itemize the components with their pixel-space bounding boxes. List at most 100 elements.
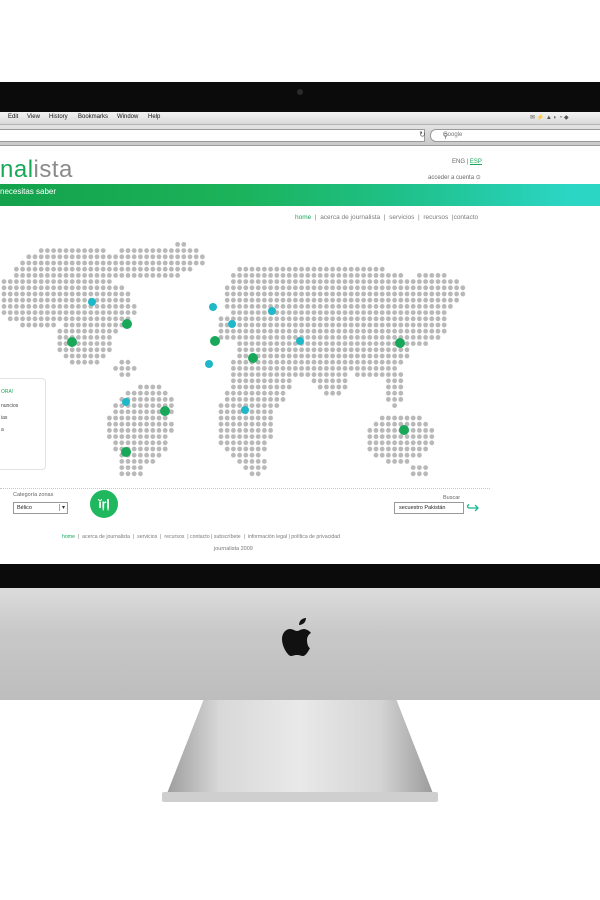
map-hotspot-marker[interactable]: [122, 319, 132, 329]
camera-icon: [297, 89, 303, 95]
map-dot: [441, 279, 447, 284]
map-dot: [348, 353, 354, 359]
map-dot: [417, 452, 422, 458]
map-dot: [417, 446, 422, 452]
menu-view[interactable]: View: [27, 114, 40, 120]
map-dot: [88, 260, 94, 266]
map-hotspot-marker[interactable]: [122, 398, 130, 406]
footer-home[interactable]: home: [62, 534, 75, 540]
site-search-input[interactable]: secuestro Pakistán: [394, 502, 464, 514]
map-dot: [249, 452, 255, 458]
map-dot: [249, 421, 255, 427]
map-dot: [20, 266, 25, 272]
map-dot: [392, 390, 397, 396]
menu-window[interactable]: Window: [117, 114, 138, 120]
footer-contacto[interactable]: contacto: [190, 534, 210, 540]
category-select[interactable]: Bélico ▾: [13, 502, 68, 514]
map-dot: [324, 310, 329, 315]
map-dot: [373, 304, 379, 309]
nav-recursos[interactable]: recursos: [423, 214, 448, 221]
map-dot: [330, 304, 335, 309]
menu-help[interactable]: Help: [148, 114, 160, 120]
map-hotspot-marker[interactable]: [228, 320, 236, 328]
map-hotspot-marker[interactable]: [160, 406, 170, 416]
map-hotspot-marker[interactable]: [395, 338, 405, 348]
category-value: Bélico: [17, 505, 32, 511]
alerts-item-2[interactable]: ias: [1, 415, 7, 421]
map-dot: [76, 347, 81, 353]
map-dot: [187, 260, 193, 266]
map-dot: [410, 434, 416, 439]
map-dot: [262, 397, 267, 402]
map-dot: [231, 452, 236, 458]
alerts-item-1[interactable]: nuncios: [1, 403, 18, 409]
menu-history[interactable]: History: [49, 114, 68, 120]
map-hotspot-marker[interactable]: [210, 336, 220, 346]
map-dot: [379, 415, 385, 421]
map-dot: [94, 347, 100, 353]
map-dot: [311, 291, 317, 297]
map-hotspot-marker[interactable]: [268, 307, 276, 315]
map-dot: [330, 297, 335, 303]
map-dot: [231, 366, 236, 371]
footer-privacidad[interactable]: política de privacidad: [291, 534, 340, 540]
map-dot: [342, 335, 348, 340]
map-dot: [107, 415, 112, 421]
map-hotspot-marker[interactable]: [399, 425, 409, 435]
map-dot: [63, 316, 69, 322]
map-dot: [262, 390, 267, 396]
map-hotspot-marker[interactable]: [88, 298, 96, 306]
nav-contacto[interactable]: contacto: [454, 214, 479, 221]
map-hotspot-marker[interactable]: [209, 303, 217, 311]
map-hotspot-marker[interactable]: [205, 360, 213, 368]
map-dot: [131, 310, 137, 315]
lang-esp-link[interactable]: ESP: [470, 159, 482, 165]
map-dot: [274, 322, 280, 328]
map-dot: [311, 341, 317, 346]
map-dot: [20, 304, 25, 309]
nav-acerca[interactable]: acerca de journalista: [320, 214, 380, 221]
site-logo[interactable]: nalista: [0, 156, 73, 184]
map-dot: [280, 279, 286, 284]
menu-edit[interactable]: Edit: [8, 114, 18, 120]
menu-bookmarks[interactable]: Bookmarks: [78, 114, 108, 120]
footer-info-legal[interactable]: información legal: [248, 534, 287, 540]
map-hotspot-marker[interactable]: [121, 447, 131, 457]
map-dot: [429, 434, 435, 439]
search-go-icon[interactable]: ↪: [466, 498, 479, 518]
map-dot: [255, 316, 261, 322]
address-bar[interactable]: [0, 129, 425, 142]
lang-eng-link[interactable]: ENG: [452, 159, 465, 165]
footer-acerca[interactable]: acerca de journalista: [82, 534, 130, 540]
map-dot: [268, 353, 273, 359]
alerts-item-3[interactable]: a: [1, 427, 4, 433]
map-dot: [82, 335, 87, 340]
status-tray-icons[interactable]: ✉ ⚡ ▲ ◐ ◔ ◆: [530, 114, 569, 121]
map-dot: [324, 341, 329, 346]
map-dot: [268, 397, 273, 402]
map-dot: [373, 285, 379, 291]
reload-icon[interactable]: ↻: [419, 130, 426, 139]
map-hotspot-marker[interactable]: [67, 337, 77, 347]
search-field[interactable]: ⚲ Google: [430, 129, 600, 142]
map-dot: [119, 310, 125, 315]
footer-recursos[interactable]: recursos: [164, 534, 184, 540]
map-dot: [386, 384, 391, 390]
world-dot-map[interactable]: [0, 228, 480, 478]
map-dot: [231, 372, 236, 377]
journalista-badge-icon[interactable]: ĭŗļ: [90, 490, 118, 518]
nav-servicios[interactable]: servicios: [389, 214, 414, 221]
nav-home[interactable]: home: [295, 214, 311, 221]
map-hotspot-marker[interactable]: [248, 353, 258, 363]
map-dot: [131, 273, 137, 278]
footer-subscribete[interactable]: subscríbete: [214, 534, 241, 540]
map-dot: [82, 279, 87, 284]
map-hotspot-marker[interactable]: [241, 406, 249, 414]
login-link[interactable]: acceder a cuenta ⊙: [428, 174, 481, 181]
footer-servicios[interactable]: servicios: [137, 534, 157, 540]
map-dot: [355, 341, 360, 346]
map-dot: [243, 446, 249, 452]
map-dot: [231, 273, 236, 278]
map-dot: [330, 359, 335, 365]
map-hotspot-marker[interactable]: [296, 337, 304, 345]
